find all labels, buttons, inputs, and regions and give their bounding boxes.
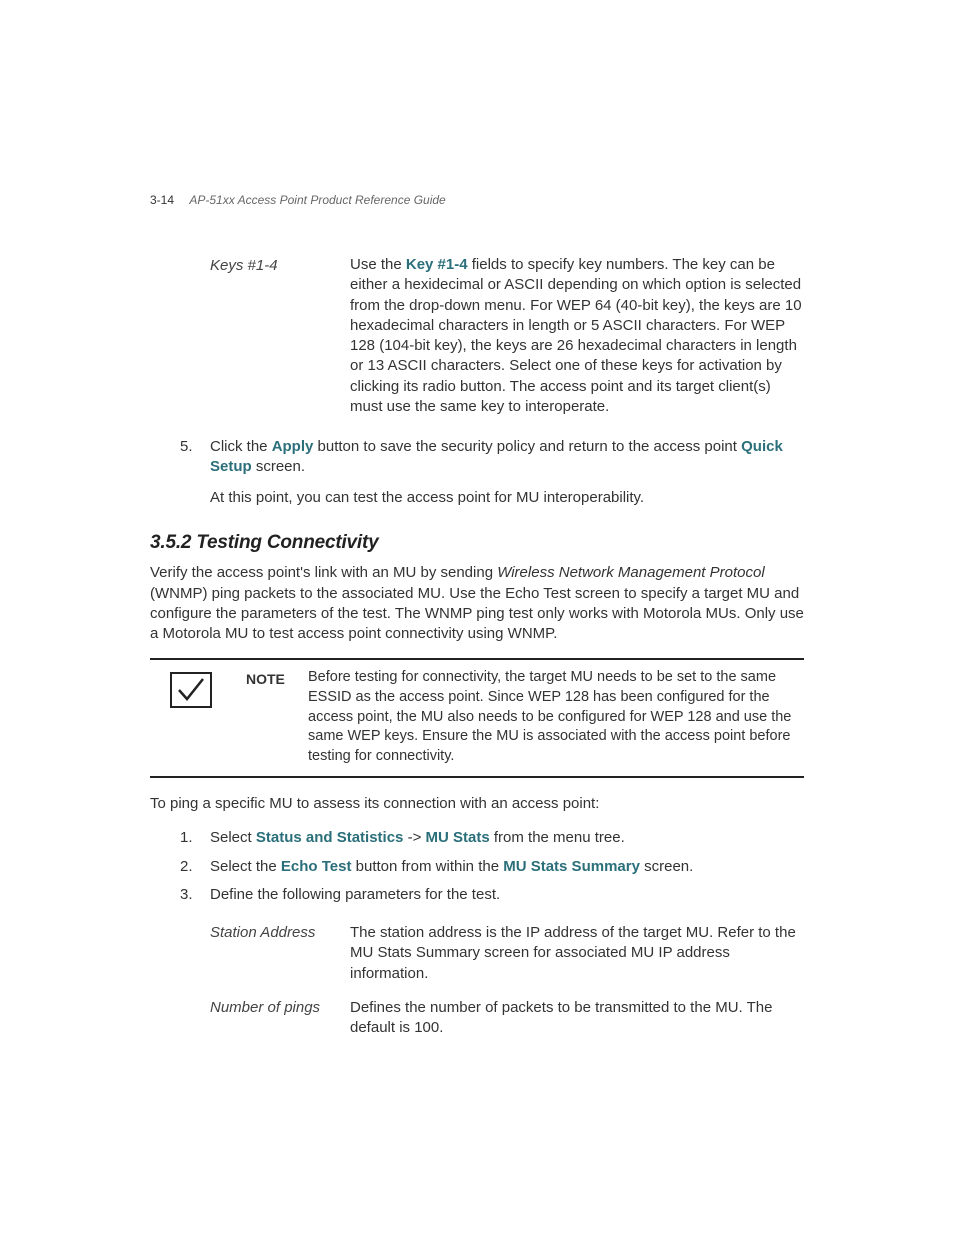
step-number: 2. (180, 857, 210, 877)
key-field-name: Key #1-4 (406, 256, 468, 273)
step-5: 5. Click the Apply button to save the se… (180, 437, 804, 478)
step-number: 3. (180, 885, 210, 905)
step-number: 5. (180, 437, 210, 478)
param-number-of-pings: Number of pings Defines the number of pa… (210, 998, 804, 1039)
note-label: NOTE (246, 668, 292, 766)
step-3: 3. Define the following parameters for t… (180, 885, 804, 905)
step-body: Define the following parameters for the … (210, 885, 804, 905)
apply-button-ref: Apply (272, 438, 314, 455)
param-label: Station Address (210, 923, 350, 984)
param-label: Number of pings (210, 998, 350, 1039)
keys-description: Use the Key #1-4 fields to specify key n… (350, 255, 804, 417)
param-station-address: Station Address The station address is t… (210, 923, 804, 984)
echo-test-ref: Echo Test (281, 858, 352, 875)
page-header: 3-14 AP-51xx Access Point Product Refere… (150, 193, 446, 207)
status-stats-ref: Status and Statistics (256, 829, 404, 846)
mu-stats-ref: MU Stats (426, 829, 490, 846)
wnmp-term: Wireless Network Management Protocol (497, 564, 764, 581)
step-5-followup: At this point, you can test the access p… (210, 488, 804, 508)
note-callout: NOTE Before testing for connectivity, th… (150, 658, 804, 778)
step-body: Select Status and Statistics -> MU Stats… (210, 828, 804, 848)
page-number: 3-14 (150, 193, 174, 207)
keys-label: Keys #1-4 (210, 255, 350, 417)
step-body: Select the Echo Test button from within … (210, 857, 804, 877)
checkmark-icon (170, 672, 212, 708)
param-desc: Defines the number of packets to be tran… (350, 998, 804, 1039)
ping-intro: To ping a specific MU to assess its conn… (150, 794, 804, 814)
section-paragraph: Verify the access point's link with an M… (150, 563, 804, 644)
mu-stats-summary-ref: MU Stats Summary (503, 858, 640, 875)
step-body: Click the Apply button to save the secur… (210, 437, 804, 478)
section-heading: 3.5.2 Testing Connectivity (150, 530, 804, 556)
note-text: Before testing for connectivity, the tar… (308, 668, 804, 766)
note-icon-cell (150, 668, 230, 766)
step-2: 2. Select the Echo Test button from with… (180, 857, 804, 877)
doc-title: AP-51xx Access Point Product Reference G… (189, 193, 445, 207)
step-1: 1. Select Status and Statistics -> MU St… (180, 828, 804, 848)
param-desc: The station address is the IP address of… (350, 923, 804, 984)
keys-definition-row: Keys #1-4 Use the Key #1-4 fields to spe… (210, 255, 804, 417)
step-number: 1. (180, 828, 210, 848)
